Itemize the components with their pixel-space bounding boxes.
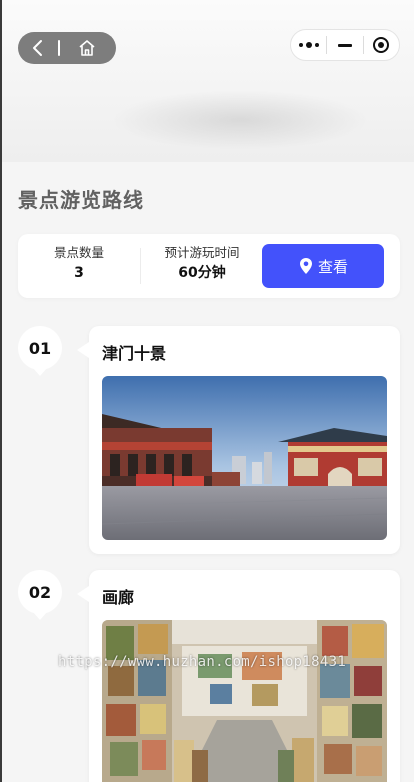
home-icon <box>79 40 95 56</box>
more-dots-icon <box>298 42 319 48</box>
spot-card[interactable]: 津门十景 <box>77 326 400 554</box>
duration-stat: 预计游玩时间 60分钟 <box>142 244 262 284</box>
duration-value: 60分钟 <box>178 265 226 281</box>
page: 景点游览路线 景点数量 3 预计游玩时间 60分钟 查看 01 津门十景 02 … <box>0 0 414 782</box>
spot-name: 津门十景 <box>102 344 167 363</box>
more-button[interactable] <box>291 30 326 60</box>
page-title: 景点游览路线 <box>18 188 144 212</box>
spot-name: 画廊 <box>102 588 135 607</box>
location-pin-icon <box>299 258 312 274</box>
back-button[interactable] <box>18 32 58 64</box>
target-close-icon <box>373 37 390 53</box>
route-index-badge: 02 <box>18 570 62 620</box>
nav-pill <box>18 32 116 64</box>
spot-count-label: 景点数量 <box>53 245 104 260</box>
header-area <box>0 0 414 162</box>
watermark: https://www.huzhan.com/ishop18431 <box>58 654 347 670</box>
duration-label: 预计游玩时间 <box>164 245 240 260</box>
header-blur <box>110 90 370 150</box>
capsule-menu <box>290 29 400 61</box>
minimize-button[interactable] <box>327 30 362 60</box>
spot-card[interactable]: 画廊 <box>77 570 400 782</box>
view-button-label: 查看 <box>317 257 348 276</box>
view-button[interactable]: 查看 <box>262 244 384 288</box>
spot-photo[interactable] <box>102 376 387 540</box>
summary-card: 景点数量 3 预计游玩时间 60分钟 查看 <box>18 234 400 298</box>
home-button[interactable] <box>60 32 114 64</box>
chevron-left-icon <box>33 40 42 56</box>
spot-count-stat: 景点数量 3 <box>18 244 140 284</box>
minimize-icon <box>337 43 352 47</box>
route-index-badge: 01 <box>18 326 62 376</box>
close-button[interactable] <box>364 30 399 60</box>
spot-count-value: 3 <box>74 265 84 281</box>
left-edge-strip <box>0 0 2 782</box>
spot-photo[interactable] <box>102 620 387 782</box>
summary-divider <box>140 248 141 284</box>
